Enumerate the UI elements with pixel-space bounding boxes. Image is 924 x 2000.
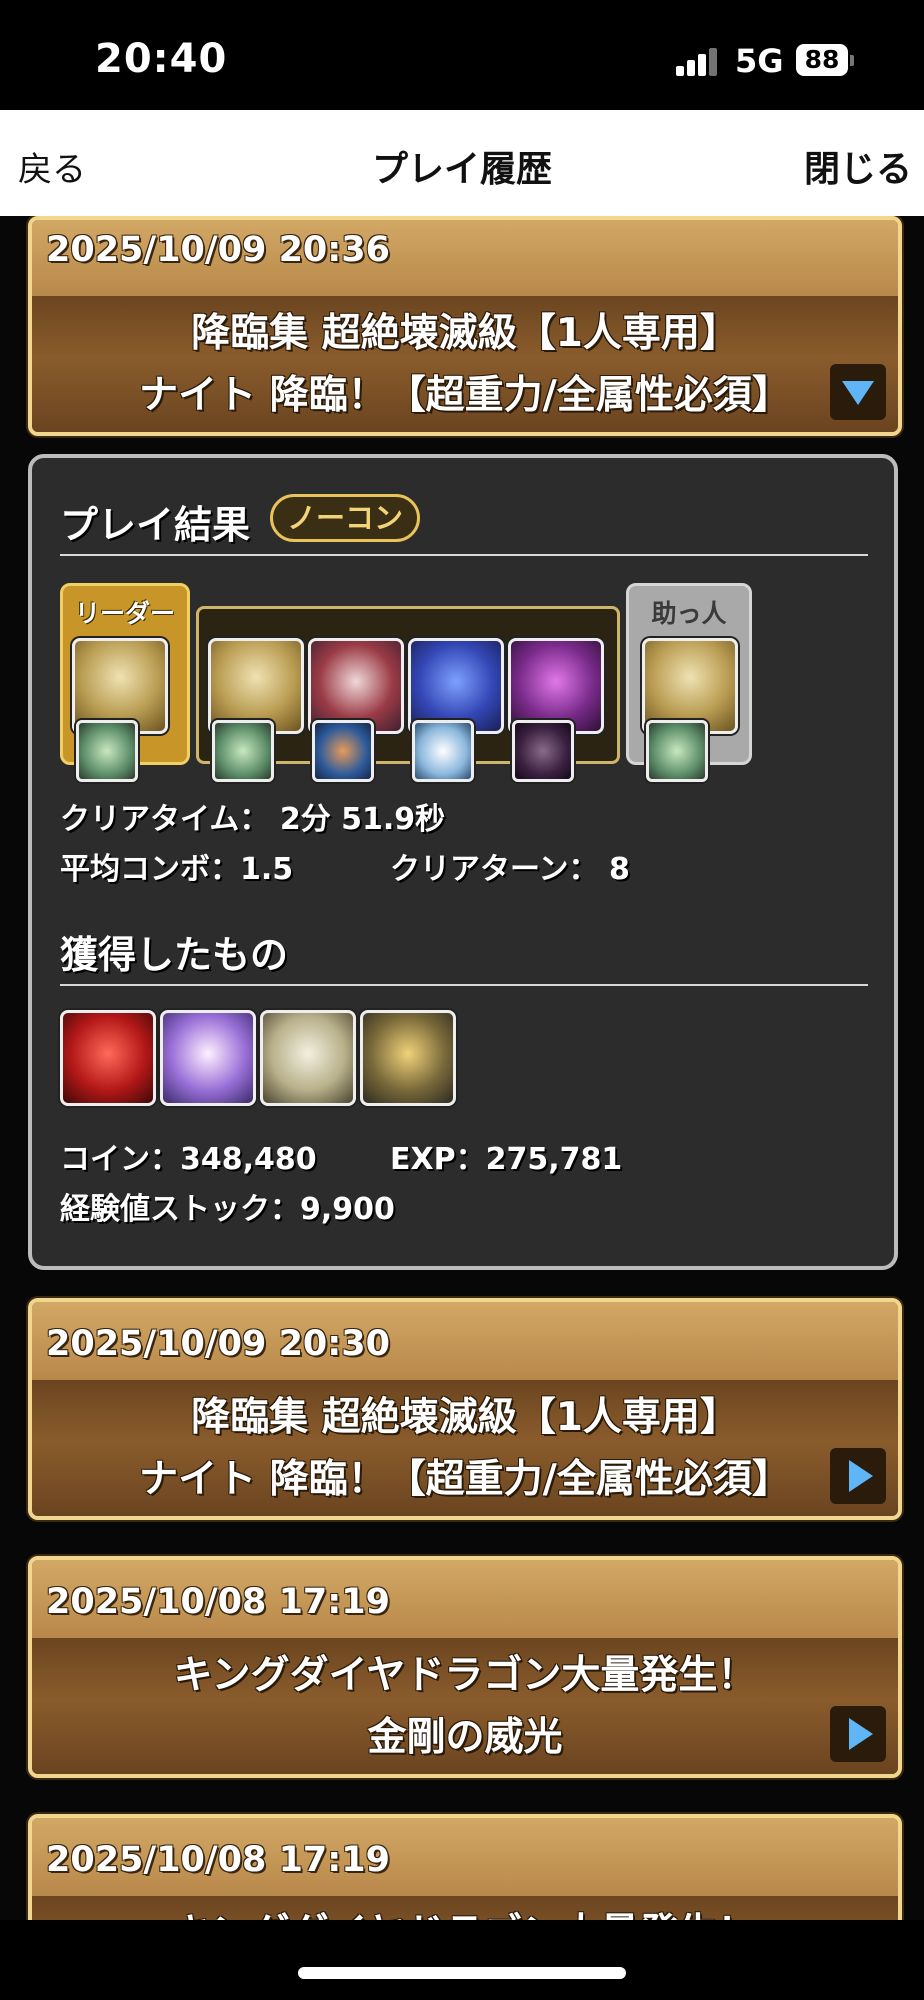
sub-assist-3-icon[interactable] <box>412 720 474 782</box>
clear-turn: クリアターン： 8 <box>390 852 630 887</box>
leader-assist-icon[interactable] <box>76 720 138 782</box>
home-indicator[interactable] <box>298 1967 626 1979</box>
sub-assist-4-icon[interactable] <box>512 720 574 782</box>
history-entry[interactable]: 2025/10/08 17:19 キングダイヤドラゴン大量発生！ <box>28 1814 902 1920</box>
expand-toggle-button[interactable] <box>830 1448 886 1504</box>
sub-assist-1-icon[interactable] <box>212 720 274 782</box>
battery-icon: 88 <box>796 44 854 76</box>
obtained-item-4-icon[interactable] <box>360 1010 456 1106</box>
network-label: 5G <box>735 42 784 80</box>
bottom-bar <box>0 1920 924 2000</box>
leader-label: リーダー <box>74 599 175 628</box>
close-button[interactable]: 閉じる <box>804 140 912 192</box>
obtained-monster-2-icon[interactable] <box>160 1010 256 1106</box>
expand-toggle-button[interactable] <box>830 1706 886 1762</box>
history-entry[interactable]: 2025/10/09 20:36 降臨集 超絶壊滅級【1人専用】 ナイト 降臨！… <box>28 216 902 436</box>
play-result-heading: プレイ結果 <box>60 503 251 547</box>
helper-label: 助っ人 <box>651 599 727 628</box>
entry-dungeon-name: 降臨集 超絶壊滅級【1人専用】 <box>191 1395 739 1440</box>
triangle-right-icon <box>849 1460 873 1492</box>
collapse-toggle-button[interactable] <box>830 364 886 420</box>
triangle-right-icon <box>849 1718 873 1750</box>
obtained-monster-1-icon[interactable] <box>60 1010 156 1106</box>
entry-datetime: 2025/10/08 17:19 <box>32 1560 898 1638</box>
status-time: 20:40 <box>95 36 228 82</box>
play-result-panel: プレイ結果 ノーコン リーダー 助っ人 クリアタイム： 2分 51.9秒 平均コ… <box>28 454 898 1270</box>
exp-stock-amount: 経験値ストック：9,900 <box>60 1192 395 1227</box>
obtained-monster-3-icon[interactable] <box>260 1010 356 1106</box>
entry-dungeon-name: キングダイヤドラゴン大量発生！ <box>32 1896 898 1920</box>
nav-bar: 戻る プレイ履歴 閉じる <box>0 110 924 216</box>
obtained-heading: 獲得したもの <box>60 933 289 977</box>
status-bar: 20:40 5G 88 <box>0 0 924 110</box>
page-title: プレイ履歴 <box>371 149 552 190</box>
clear-time: クリアタイム： 2分 51.9秒 <box>60 802 446 837</box>
helper-assist-icon[interactable] <box>646 720 708 782</box>
entry-datetime: 2025/10/09 20:30 <box>32 1302 898 1380</box>
divider <box>60 554 868 556</box>
history-list[interactable]: 2025/10/09 20:36 降臨集 超絶壊滅級【1人専用】 ナイト 降臨！… <box>0 216 924 1920</box>
divider <box>60 984 868 986</box>
triangle-down-icon <box>842 381 874 405</box>
history-entry[interactable]: 2025/10/08 17:19 キングダイヤドラゴン大量発生！ 金剛の威光 <box>28 1556 902 1778</box>
sub-assist-2-icon[interactable] <box>312 720 374 782</box>
entry-floor-name: ナイト 降臨！【超重力/全属性必須】 <box>139 1457 791 1502</box>
entry-floor-name: ナイト 降臨！【超重力/全属性必須】 <box>139 373 791 418</box>
entry-floor-name: 金剛の威光 <box>367 1715 563 1760</box>
history-entry[interactable]: 2025/10/09 20:30 降臨集 超絶壊滅級【1人専用】 ナイト 降臨！… <box>28 1298 902 1520</box>
coin-amount: コイン：348,480 <box>60 1142 317 1177</box>
entry-datetime: 2025/10/08 17:19 <box>32 1818 898 1896</box>
entry-dungeon-name: 降臨集 超絶壊滅級【1人専用】 <box>191 311 739 356</box>
average-combo: 平均コンボ：1.5 <box>60 852 294 887</box>
signal-icon <box>676 48 720 76</box>
entry-datetime: 2025/10/09 20:36 <box>32 220 898 296</box>
entry-dungeon-name: キングダイヤドラゴン大量発生！ <box>173 1653 757 1698</box>
exp-amount: EXP：275,781 <box>390 1142 623 1177</box>
no-continue-badge: ノーコン <box>270 494 421 542</box>
